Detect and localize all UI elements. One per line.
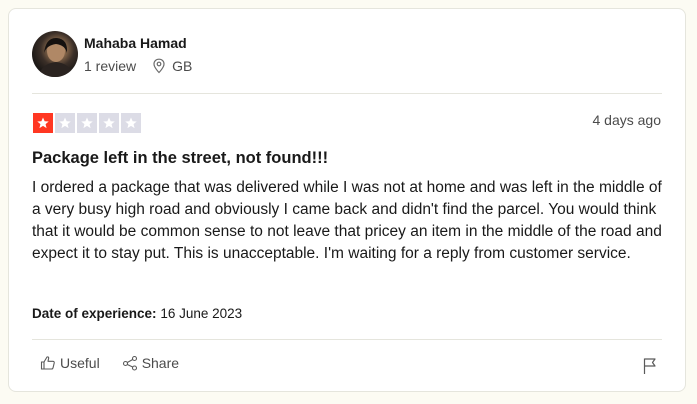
star-icon xyxy=(59,117,71,129)
review-date: 4 days ago xyxy=(592,112,662,128)
share-button[interactable]: Share xyxy=(122,355,179,371)
star-rating xyxy=(33,113,141,133)
star-empty xyxy=(55,113,75,133)
star-filled xyxy=(33,113,53,133)
review-actions: Useful Share xyxy=(40,355,179,371)
reviewer-header: Mahaba Hamad 1 review GB xyxy=(32,31,662,79)
review-title[interactable]: Package left in the street, not found!!! xyxy=(32,149,328,168)
date-of-experience: Date of experience: 16 June 2023 xyxy=(32,306,242,321)
review-card: Mahaba Hamad 1 review GB 4 days ago Pack… xyxy=(8,8,686,392)
reviewer-meta: 1 review GB xyxy=(84,58,192,74)
avatar[interactable] xyxy=(32,31,78,77)
useful-button[interactable]: Useful xyxy=(40,355,100,371)
thumbs-up-icon xyxy=(40,356,55,370)
share-icon xyxy=(122,355,137,371)
reviewer-country: GB xyxy=(172,58,193,74)
star-empty xyxy=(121,113,141,133)
star-icon xyxy=(103,117,115,129)
star-icon xyxy=(81,117,93,129)
star-empty xyxy=(99,113,119,133)
reviewer-name[interactable]: Mahaba Hamad xyxy=(84,35,187,51)
experience-label: Date of experience: xyxy=(32,306,157,321)
divider xyxy=(32,93,662,94)
divider xyxy=(32,339,662,340)
share-label: Share xyxy=(141,355,180,371)
star-icon xyxy=(37,117,49,129)
location-pin-icon xyxy=(153,58,165,74)
star-empty xyxy=(77,113,97,133)
star-icon xyxy=(125,117,137,129)
review-count: 1 review xyxy=(84,58,137,74)
experience-date: 16 June 2023 xyxy=(160,306,243,321)
flag-icon[interactable] xyxy=(642,357,658,375)
review-body: I ordered a package that was delivered w… xyxy=(32,179,662,262)
useful-label: Useful xyxy=(60,355,100,371)
